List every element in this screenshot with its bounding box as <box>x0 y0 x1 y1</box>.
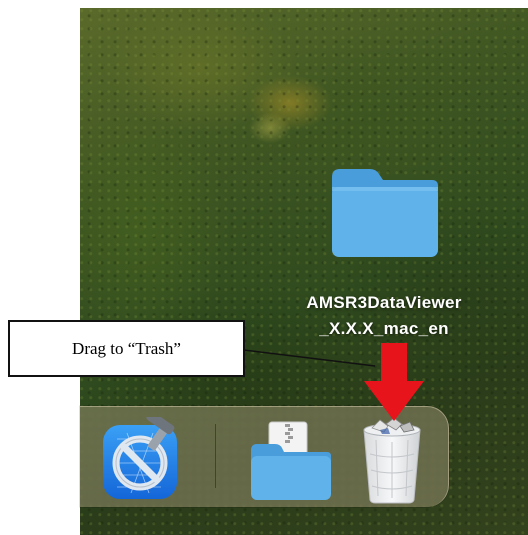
folder-name-line2: _X.X.X_mac_en <box>319 319 449 338</box>
screenshot-stage: AMSR3DataViewer _X.X.X_mac_en Drag to “T… <box>0 0 528 535</box>
xcode-icon[interactable] <box>101 417 185 503</box>
instruction-callout: Drag to “Trash” <box>8 320 245 377</box>
folder-zip-icon[interactable] <box>247 420 333 502</box>
desktop-folder-icon[interactable] <box>328 165 442 261</box>
callout-text: Drag to “Trash” <box>72 338 181 358</box>
desktop-folder-label[interactable]: AMSR3DataViewer _X.X.X_mac_en <box>274 290 494 342</box>
red-down-arrow-icon <box>364 343 424 421</box>
folder-name-line1: AMSR3DataViewer <box>306 293 462 312</box>
trash-icon[interactable] <box>358 414 426 504</box>
dock-separator <box>215 424 216 488</box>
